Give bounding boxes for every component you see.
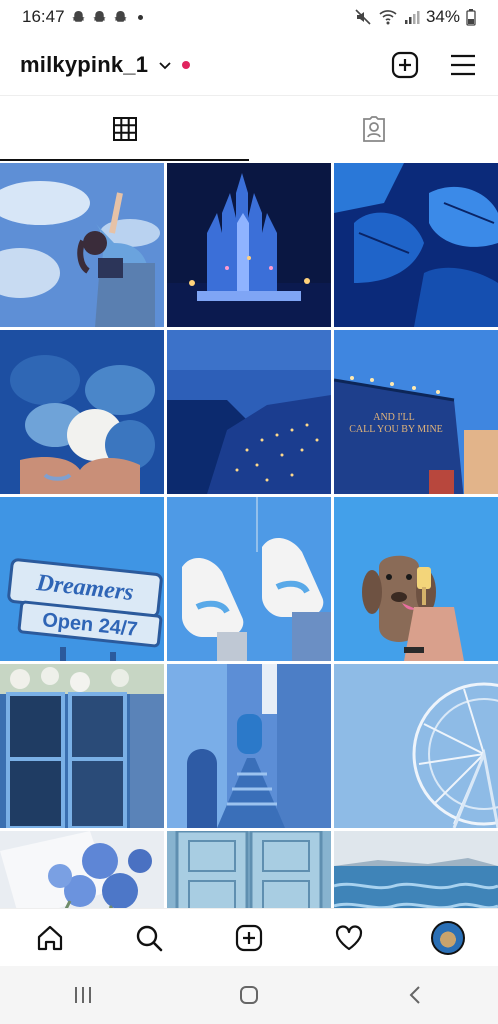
bottom-navigation (0, 908, 498, 966)
new-post-button[interactable] (390, 50, 420, 80)
mute-icon (355, 9, 371, 25)
nav-add-button[interactable] (229, 918, 269, 958)
search-icon (137, 925, 163, 951)
nav-profile-button[interactable] (428, 918, 468, 958)
home-icon (37, 925, 62, 950)
post-thumbnail[interactable] (0, 330, 164, 494)
post-thumbnail[interactable] (334, 831, 498, 908)
snapchat-icon (113, 10, 127, 22)
post-thumbnail[interactable] (0, 664, 164, 828)
system-navigation (0, 966, 498, 1024)
avatar (431, 920, 466, 955)
grid-icon (112, 117, 137, 141)
billboard-text: AND I'LL (373, 412, 415, 423)
battery-icon (466, 8, 476, 26)
status-time: 16:47 (22, 7, 65, 26)
post-thumbnail[interactable] (334, 163, 498, 327)
post-image (167, 330, 331, 494)
post-image (167, 664, 331, 828)
posts-grid: AND I'LL CALL YOU BY MINE Dreamers Open … (0, 163, 498, 908)
post-image (167, 497, 331, 661)
status-bar: 16:47 34% (0, 0, 498, 34)
post-thumbnail[interactable] (167, 497, 331, 661)
post-image (334, 163, 498, 327)
svg-text:CALL YOU BY MINE: CALL YOU BY MINE (349, 424, 443, 435)
post-image: Dreamers Open 24/7 (0, 497, 164, 661)
post-thumbnail[interactable] (334, 664, 498, 828)
post-image (0, 664, 164, 828)
home-system-button[interactable] (229, 975, 269, 1015)
post-image (167, 163, 331, 327)
post-thumbnail[interactable]: AND I'LL CALL YOU BY MINE (334, 330, 498, 494)
tab-tagged[interactable] (249, 97, 498, 161)
post-thumbnail[interactable] (167, 831, 331, 908)
plus-square-icon (391, 51, 419, 78)
signal-icon (404, 11, 420, 24)
post-image: AND I'LL CALL YOU BY MINE (334, 330, 498, 494)
post-image (334, 831, 498, 908)
post-thumbnail[interactable] (167, 163, 331, 327)
post-thumbnail[interactable] (334, 497, 498, 661)
tab-grid[interactable] (0, 97, 249, 161)
post-thumbnail[interactable] (0, 163, 164, 327)
post-thumbnail[interactable] (167, 330, 331, 494)
menu-button[interactable] (448, 50, 478, 80)
back-button[interactable] (395, 975, 435, 1015)
username[interactable]: milkypink_1 (20, 52, 148, 78)
home-square-icon (240, 986, 258, 1004)
wifi-icon (379, 10, 397, 25)
tagged-person-icon (362, 116, 385, 142)
post-thumbnail[interactable]: Dreamers Open 24/7 (0, 497, 164, 661)
post-image (0, 163, 164, 327)
hamburger-menu-icon (451, 54, 475, 75)
recent-apps-button[interactable] (63, 975, 103, 1015)
post-thumbnail[interactable] (167, 664, 331, 828)
nav-home-button[interactable] (30, 918, 70, 958)
plus-square-icon (235, 924, 263, 951)
chevron-down-icon[interactable] (158, 58, 172, 72)
nav-search-button[interactable] (129, 918, 169, 958)
snapchat-icon (71, 10, 85, 22)
recent-apps-icon (75, 987, 91, 1003)
post-image (334, 664, 498, 828)
post-image (0, 330, 164, 494)
notification-dot (182, 60, 191, 69)
post-image (0, 831, 164, 908)
nav-activity-button[interactable] (329, 918, 369, 958)
back-chevron-icon (409, 986, 420, 1004)
profile-tabs (0, 97, 498, 161)
heart-icon (335, 924, 362, 950)
post-image (167, 831, 331, 908)
profile-header: milkypink_1 (0, 34, 498, 96)
notification-dot (137, 14, 143, 20)
post-thumbnail[interactable] (0, 831, 164, 908)
snapchat-icon (92, 10, 106, 22)
battery-percent: 34% (425, 7, 460, 26)
post-image (334, 497, 498, 661)
